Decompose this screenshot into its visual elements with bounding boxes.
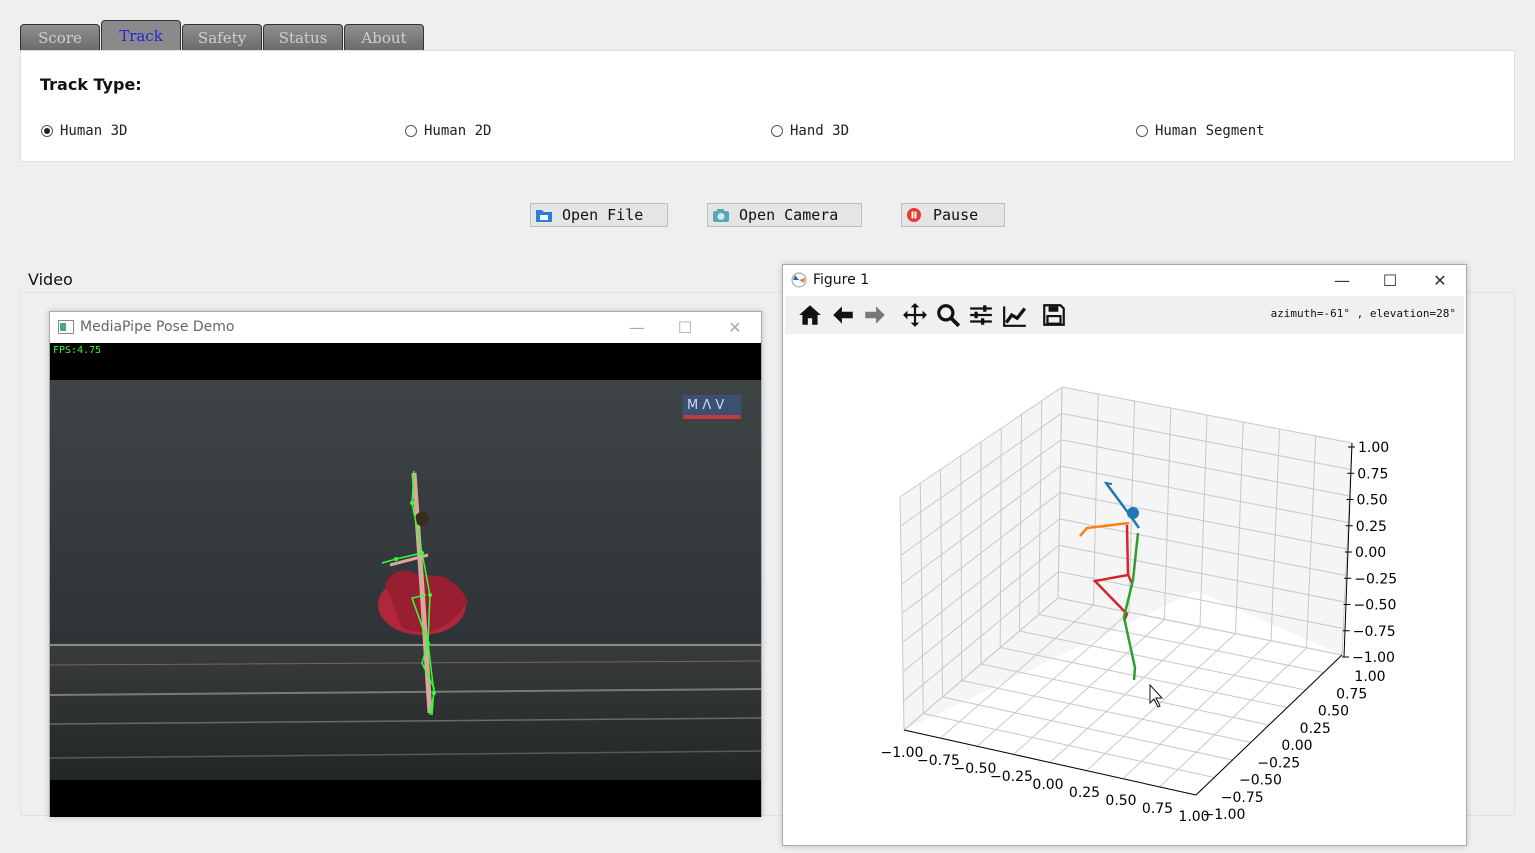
z-tick-label: 0.75 (1357, 466, 1388, 482)
video-frame: M Λ V FPS:4.75 (50, 343, 761, 817)
close-button[interactable]: ✕ (712, 312, 758, 342)
minimize-button[interactable]: — (1319, 265, 1365, 295)
video-logo: M Λ V (687, 398, 724, 413)
skeleton-head (1127, 507, 1139, 519)
pause-label: Pause (933, 206, 979, 224)
pose-window-title: MediaPipe Pose Demo (80, 319, 235, 335)
y-tick-label: 0.75 (1336, 686, 1367, 702)
z-axis-ticks: 1.00 0.75 0.50 0.25 0.00 −0.25 −0.50 −0.75 −1.00 (1352, 440, 1397, 666)
radio-label: Hand 3D (790, 123, 850, 139)
radio-dot[interactable] (405, 125, 417, 137)
radio-human-segment[interactable]: Human Segment (1136, 123, 1265, 139)
zoom-icon[interactable] (935, 302, 961, 328)
radio-label: Human Segment (1155, 123, 1265, 139)
z-tick-label: −1.00 (1352, 650, 1395, 666)
fps-readout: FPS:4.75 (53, 345, 102, 356)
save-icon[interactable] (1041, 302, 1067, 328)
y-tick-label: 0.50 (1318, 704, 1349, 720)
x-tick-label: 0.75 (1142, 801, 1173, 817)
configure-icon[interactable] (968, 302, 994, 328)
x-tick-label: 0.00 (1032, 777, 1063, 793)
open-camera-button[interactable]: Open Camera (707, 203, 862, 227)
y-tick-label: 1.00 (1354, 669, 1385, 685)
maximize-button[interactable]: ☐ (662, 312, 708, 342)
z-tick-label: 0.00 (1355, 545, 1386, 561)
close-button[interactable]: ✕ (1417, 265, 1463, 295)
z-tick-label: 1.00 (1358, 440, 1389, 456)
tab-score[interactable]: Score (20, 24, 100, 50)
matplotlib-toolbar: azimuth=-61° , elevation=28° (785, 296, 1464, 334)
3d-plot[interactable]: 1.000.750.500.250.00−0.25−0.50−0.75−1.00… (784, 335, 1465, 843)
video-section-label: Video (28, 270, 73, 289)
radio-human-3d[interactable]: Human 3D (41, 123, 127, 139)
camera-icon (713, 209, 729, 222)
grid-line (1122, 640, 1272, 780)
x-tick-label: 0.25 (1069, 785, 1100, 801)
dancer-video-image: M Λ V (50, 380, 761, 780)
open-file-label: Open File (562, 206, 644, 224)
y-axis-ticks: −1.00−0.75−0.50−0.250.000.250.500.751.00 (1203, 669, 1386, 823)
z-tick-label: −0.75 (1353, 624, 1396, 640)
open-camera-label: Open Camera (739, 206, 839, 224)
window-app-icon (58, 320, 74, 334)
grid-line (1086, 633, 1236, 771)
home-icon[interactable] (797, 302, 823, 328)
view-angle-readout: azimuth=-61° , elevation=28° (1270, 307, 1456, 320)
radio-human-2d[interactable]: Human 2D (405, 123, 491, 139)
tab-status[interactable]: Status (263, 24, 343, 50)
radio-hand-3d[interactable]: Hand 3D (771, 123, 849, 139)
y-tick-label: 0.25 (1300, 721, 1331, 737)
y-tick-label: −0.50 (1239, 773, 1282, 789)
figure-title: Figure 1 (813, 272, 870, 288)
z-tick-label: −0.50 (1354, 598, 1397, 614)
tab-about[interactable]: About (344, 24, 424, 50)
pan-icon[interactable] (902, 302, 928, 328)
z-tick-label: 0.25 (1356, 519, 1387, 535)
x-tick-label: 0.50 (1105, 793, 1136, 809)
mediapipe-pose-window[interactable]: MediaPipe Pose Demo — ☐ ✕ M Λ V FPS:4.75 (49, 311, 762, 817)
z-tick-label: 0.50 (1357, 493, 1388, 509)
mouse-cursor-icon (1149, 683, 1164, 708)
y-tick-label: 0.00 (1281, 738, 1312, 754)
radio-dot[interactable] (771, 125, 783, 137)
radio-dot-checked[interactable] (41, 125, 53, 137)
pause-icon (907, 208, 921, 222)
maximize-button[interactable]: ☐ (1367, 265, 1413, 295)
figure-window[interactable]: Figure 1 — ☐ ✕ azimuth=-61° , elevation=… (782, 264, 1467, 846)
matplotlib-icon (791, 272, 807, 288)
x-axis-ticks: −1.00−0.75−0.50−0.25 0.00 0.25 0.50 0.75 1.00 (881, 745, 1210, 825)
track-type-title: Track Type: (40, 75, 142, 94)
z-tick-label: −0.25 (1354, 571, 1397, 587)
minimize-button[interactable]: — (614, 312, 660, 342)
plot-grid (899, 386, 1355, 796)
edit-axis-icon[interactable] (1002, 302, 1028, 328)
x-tick-label: −0.25 (990, 769, 1033, 785)
tab-track[interactable]: Track (101, 20, 181, 50)
tab-safety[interactable]: Safety (182, 24, 262, 50)
folder-icon (536, 210, 552, 222)
y-tick-label: −0.75 (1221, 790, 1264, 806)
pause-button[interactable]: Pause (901, 203, 1005, 227)
radio-label: Human 2D (424, 123, 492, 139)
radio-label: Human 3D (60, 123, 128, 139)
open-file-button[interactable]: Open File (530, 203, 668, 227)
x-tick-label: 1.00 (1178, 809, 1209, 825)
forward-arrow-icon[interactable] (862, 302, 888, 328)
track-type-panel: Track Type: Human 3D Human 2D Hand 3D Hu… (20, 50, 1515, 162)
y-tick-label: −0.25 (1257, 755, 1300, 771)
radio-dot[interactable] (1136, 125, 1148, 137)
back-arrow-icon[interactable] (830, 302, 856, 328)
